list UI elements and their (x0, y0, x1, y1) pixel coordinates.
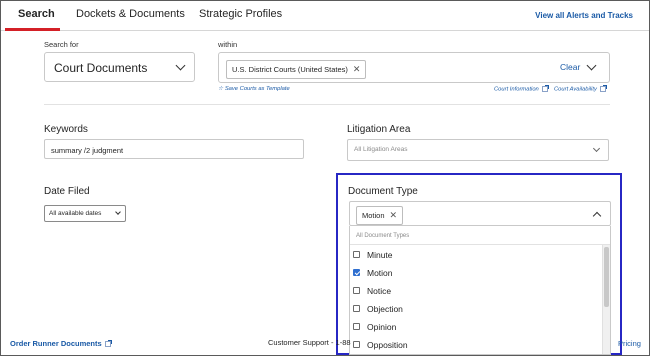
option-label: Minute (367, 250, 393, 260)
court-chip: U.S. District Courts (United States) ✕ (226, 60, 367, 79)
checkbox[interactable] (353, 305, 360, 312)
document-type-chip-label: Motion (362, 211, 385, 220)
option-opinion[interactable]: Opinion (353, 320, 598, 334)
tab-dockets-documents[interactable]: Dockets & Documents (76, 8, 185, 20)
court-information-link[interactable]: Court Information (494, 85, 549, 93)
tab-bar: Search Dockets & Documents Strategic Pro… (1, 1, 649, 31)
keywords-input[interactable]: summary /2 judgment (44, 139, 304, 159)
chevron-down-icon (175, 60, 186, 71)
external-link-icon (599, 85, 607, 92)
tab-strategic-profiles[interactable]: Strategic Profiles (199, 8, 282, 20)
search-for-select[interactable]: Court Documents (44, 52, 195, 82)
option-notice[interactable]: Notice (353, 284, 598, 298)
checkbox-checked[interactable] (353, 269, 360, 276)
court-availability-link[interactable]: Court Availability (554, 85, 607, 93)
date-filed-label: Date Filed (44, 186, 90, 197)
option-label: Motion (367, 268, 393, 278)
date-filed-value: All available dates (49, 210, 102, 217)
document-type-chip: Motion ✕ (356, 206, 404, 225)
external-link-icon (541, 85, 549, 92)
save-template-label: Save Courts as Template (224, 86, 290, 92)
search-for-value: Court Documents (54, 61, 148, 75)
search-for-label: Search for (44, 40, 79, 49)
checkbox[interactable] (353, 341, 360, 348)
document-type-label: Document Type (348, 186, 418, 197)
chevron-down-icon (592, 144, 601, 153)
keywords-label: Keywords (44, 124, 88, 135)
document-type-panel: Document Type Motion ✕ All Document Types… (336, 173, 622, 355)
checkbox[interactable] (353, 323, 360, 330)
checkbox[interactable] (353, 251, 360, 258)
order-runner-label: Order Runner Documents (10, 339, 102, 348)
option-minute[interactable]: Minute (353, 248, 598, 262)
document-type-search-placeholder: All Document Types (356, 233, 410, 239)
chevron-up-icon[interactable] (592, 211, 602, 221)
option-motion[interactable]: Motion (353, 266, 598, 280)
customer-support-text: Customer Support - 1-88 (268, 338, 351, 347)
pricing-link[interactable]: Pricing (618, 339, 641, 348)
court-chip-label: U.S. District Courts (United States) (232, 65, 348, 74)
scrollbar-thumb[interactable] (604, 247, 609, 307)
litigation-area-label: Litigation Area (347, 124, 411, 135)
option-label: Opinion (367, 322, 397, 332)
external-link-icon (104, 340, 112, 348)
clear-courts-link[interactable]: Clear (560, 62, 580, 72)
tab-search[interactable]: Search (18, 8, 55, 20)
remove-chip-icon[interactable]: ✕ (353, 64, 361, 75)
order-runner-documents-link[interactable]: Order Runner Documents (10, 339, 112, 348)
option-label: Objection (367, 304, 403, 314)
view-alerts-tracks-link[interactable]: View all Alerts and Tracks (535, 11, 633, 20)
court-information-label: Court Information (494, 86, 539, 93)
option-objection[interactable]: Objection (353, 302, 598, 316)
litigation-area-placeholder: All Litigation Areas (354, 146, 408, 153)
remove-chip-icon[interactable]: ✕ (390, 210, 398, 221)
document-type-select[interactable]: Motion ✕ (349, 201, 611, 226)
document-type-search[interactable]: All Document Types (350, 229, 610, 245)
option-label: Notice (367, 286, 392, 296)
date-filed-select[interactable]: All available dates (44, 205, 126, 222)
litigation-area-select[interactable]: All Litigation Areas (347, 139, 609, 161)
option-label: Opposition (367, 340, 408, 350)
active-tab-indicator (5, 28, 60, 31)
chevron-down-icon (115, 209, 121, 215)
section-divider (44, 104, 610, 105)
dropdown-scrollbar[interactable] (602, 245, 610, 354)
checkbox[interactable] (353, 287, 360, 294)
document-type-dropdown: All Document Types Minute Motion Notice … (349, 226, 611, 355)
court-availability-label: Court Availability (554, 86, 597, 93)
within-label: within (218, 40, 238, 49)
option-opposition[interactable]: Opposition (353, 338, 598, 352)
save-courts-template-link[interactable]: ☆ Save Courts as Template (218, 86, 290, 92)
courts-select[interactable]: U.S. District Courts (United States) ✕ Cl… (218, 52, 610, 83)
keywords-value: summary /2 judgment (51, 146, 124, 155)
chevron-down-icon[interactable] (586, 60, 597, 71)
